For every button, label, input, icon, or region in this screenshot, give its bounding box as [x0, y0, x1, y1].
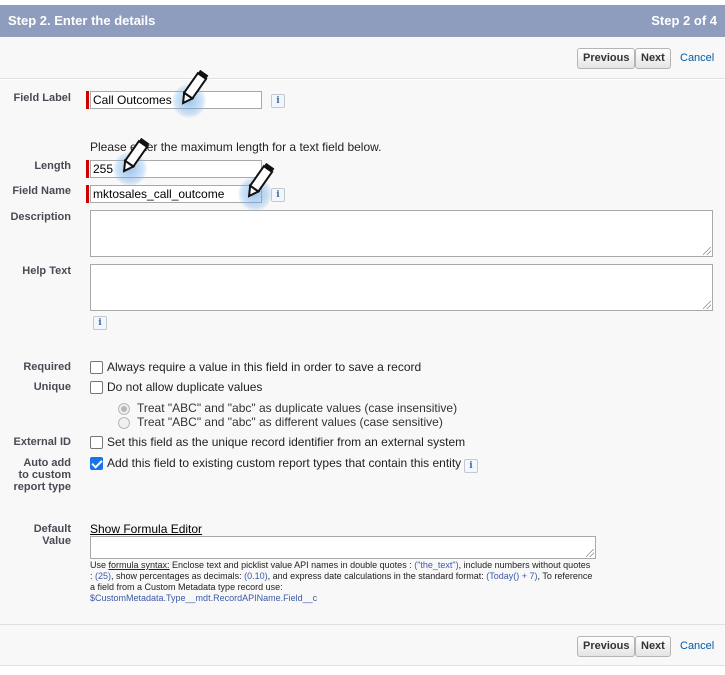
auto-add-text: Add this field to existing custom report… — [107, 456, 462, 470]
default-value-label-line: Default — [33, 523, 71, 535]
external-id-checkbox[interactable] — [90, 436, 103, 449]
default-value-label-line: Value — [42, 535, 71, 547]
help-segment: , show percentages as decimals: — [111, 571, 245, 581]
cancel-link[interactable]: Cancel — [680, 52, 714, 64]
help-example: (Today() + 7) — [486, 571, 538, 581]
bottom-button-bar: Previous Next Cancel — [0, 624, 725, 666]
auto-add-checkbox[interactable] — [90, 457, 103, 470]
help-segment: Use — [90, 560, 109, 570]
auto-add-label: Auto add to custom report type — [0, 457, 71, 493]
external-id-text: Set this field as the unique record iden… — [107, 435, 466, 449]
case-sensitive-radio[interactable] — [118, 417, 130, 429]
help-segment: Enclose text and picklist value API name… — [169, 560, 415, 570]
default-value-textarea[interactable] — [90, 536, 596, 559]
case-sensitive-text: Treat "ABC" and "abc" as different value… — [137, 415, 443, 429]
resize-handle[interactable] — [586, 549, 594, 557]
required-indicator — [86, 185, 89, 203]
cancel-link[interactable]: Cancel — [680, 640, 714, 652]
page-title: Step 2. Enter the details — [8, 13, 156, 28]
case-insensitive-text: Treat "ABC" and "abc" as duplicate value… — [137, 401, 458, 415]
next-button[interactable]: Next — [635, 636, 671, 657]
unique-label: Unique — [33, 381, 71, 393]
help-example: ("the_text") — [414, 560, 459, 570]
auto-add-label-line: report type — [13, 481, 71, 493]
info-icon[interactable]: i — [93, 316, 107, 330]
previous-button[interactable]: Previous — [577, 48, 636, 69]
wizard-header: Step 2. Enter the details Step 2 of 4 — [0, 5, 725, 37]
info-icon[interactable]: i — [464, 459, 478, 473]
show-formula-editor-link[interactable]: Show Formula Editor — [90, 522, 202, 536]
auto-add-label-line: Auto add — [23, 457, 71, 469]
pencil-cursor-icon — [172, 70, 222, 120]
case-insensitive-radio[interactable] — [118, 403, 130, 415]
top-button-bar: Previous Next Cancel — [0, 37, 725, 79]
field-details-form: Field Label i Please enter the maximum l… — [0, 80, 725, 624]
help-segment: , and express date calculations in the s… — [267, 571, 487, 581]
help-example: $CustomMetadata.Type__mdt.RecordAPIName.… — [90, 593, 318, 603]
resize-handle[interactable] — [703, 247, 711, 255]
external-id-label: External ID — [13, 436, 71, 448]
auto-add-label-line: to custom — [18, 469, 71, 481]
previous-button[interactable]: Previous — [577, 636, 636, 657]
required-indicator — [86, 91, 89, 109]
help-text-label: Help Text — [22, 265, 71, 277]
formula-help-text: Use formula syntax: Enclose text and pic… — [90, 560, 595, 604]
next-button[interactable]: Next — [635, 48, 671, 69]
unique-text: Do not allow duplicate values — [107, 380, 263, 394]
step-indicator: Step 2 of 4 — [651, 13, 717, 28]
required-checkbox[interactable] — [90, 361, 103, 374]
required-text: Always require a value in this field in … — [107, 360, 422, 374]
default-value-label: Default Value — [0, 523, 71, 547]
pencil-cursor-icon — [238, 163, 288, 213]
length-label: Length — [34, 160, 71, 172]
required-label: Required — [23, 361, 71, 373]
help-example: (25) — [95, 571, 112, 581]
field-label-label: Field Label — [13, 92, 71, 104]
resize-handle[interactable] — [703, 301, 711, 309]
pencil-cursor-icon — [113, 138, 163, 188]
unique-checkbox[interactable] — [90, 381, 103, 394]
help-example: (0.10) — [244, 571, 268, 581]
field-name-label: Field Name — [12, 185, 71, 197]
description-textarea[interactable] — [90, 210, 713, 257]
info-icon[interactable]: i — [271, 94, 285, 108]
formula-syntax-link[interactable]: formula syntax: — [109, 560, 170, 570]
help-text-textarea[interactable] — [90, 264, 713, 311]
required-indicator — [86, 160, 89, 178]
description-label: Description — [10, 211, 71, 223]
